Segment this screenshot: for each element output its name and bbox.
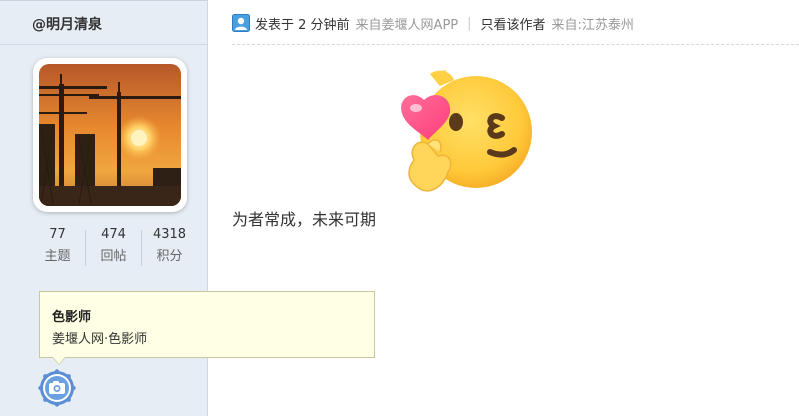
header-separator: | — [467, 15, 472, 31]
avatar-frame[interactable] — [33, 58, 187, 212]
stat-points-value: 4318 — [152, 227, 187, 242]
avatar[interactable] — [39, 64, 181, 206]
header-divider — [232, 44, 799, 45]
post-main: 发表于 2 分钟前 来自姜堰人网APP | 只看该作者 来自:江苏泰州 为者常成… — [208, 0, 799, 416]
stat-replies-value: 474 — [101, 227, 126, 242]
stat-topics[interactable]: 77 主题 — [30, 226, 85, 272]
avatar-sunset-cranes-image — [39, 64, 181, 206]
stat-topics-label: 主题 — [44, 249, 71, 264]
sidebar-divider — [0, 44, 207, 45]
photographer-medal-icon[interactable] — [38, 369, 76, 407]
only-author-link[interactable]: 只看该作者 — [481, 14, 546, 33]
stat-topics-value: 77 — [49, 227, 66, 242]
stat-points[interactable]: 4318 积分 — [142, 226, 197, 272]
post-location: 来自:江苏泰州 — [551, 17, 634, 33]
author-stats: 77 主题 474 回帖 4318 积分 — [30, 226, 195, 272]
tooltip-description: 姜堰人网·色影师 — [52, 332, 148, 347]
post-header: 发表于 2 分钟前 来自姜堰人网APP | 只看该作者 来自:江苏泰州 — [232, 12, 634, 34]
stat-points-label: 积分 — [156, 249, 183, 264]
stat-replies-label: 回帖 — [100, 249, 127, 264]
tooltip-arrow-fill — [53, 357, 65, 364]
post-time: 发表于 2 分钟前 — [255, 17, 350, 33]
sidebar-top-border — [0, 0, 207, 1]
stat-replies[interactable]: 474 回帖 — [86, 226, 141, 272]
author-username[interactable]: @明月清泉 — [32, 14, 102, 34]
post-source[interactable]: 来自姜堰人网APP — [356, 14, 459, 33]
post-content: 为者常成，未来可期 — [232, 210, 377, 229]
wink-heart-emoji-icon — [394, 60, 534, 202]
online-status-icon — [232, 14, 250, 32]
tooltip-title: 色影师 — [52, 310, 92, 325]
